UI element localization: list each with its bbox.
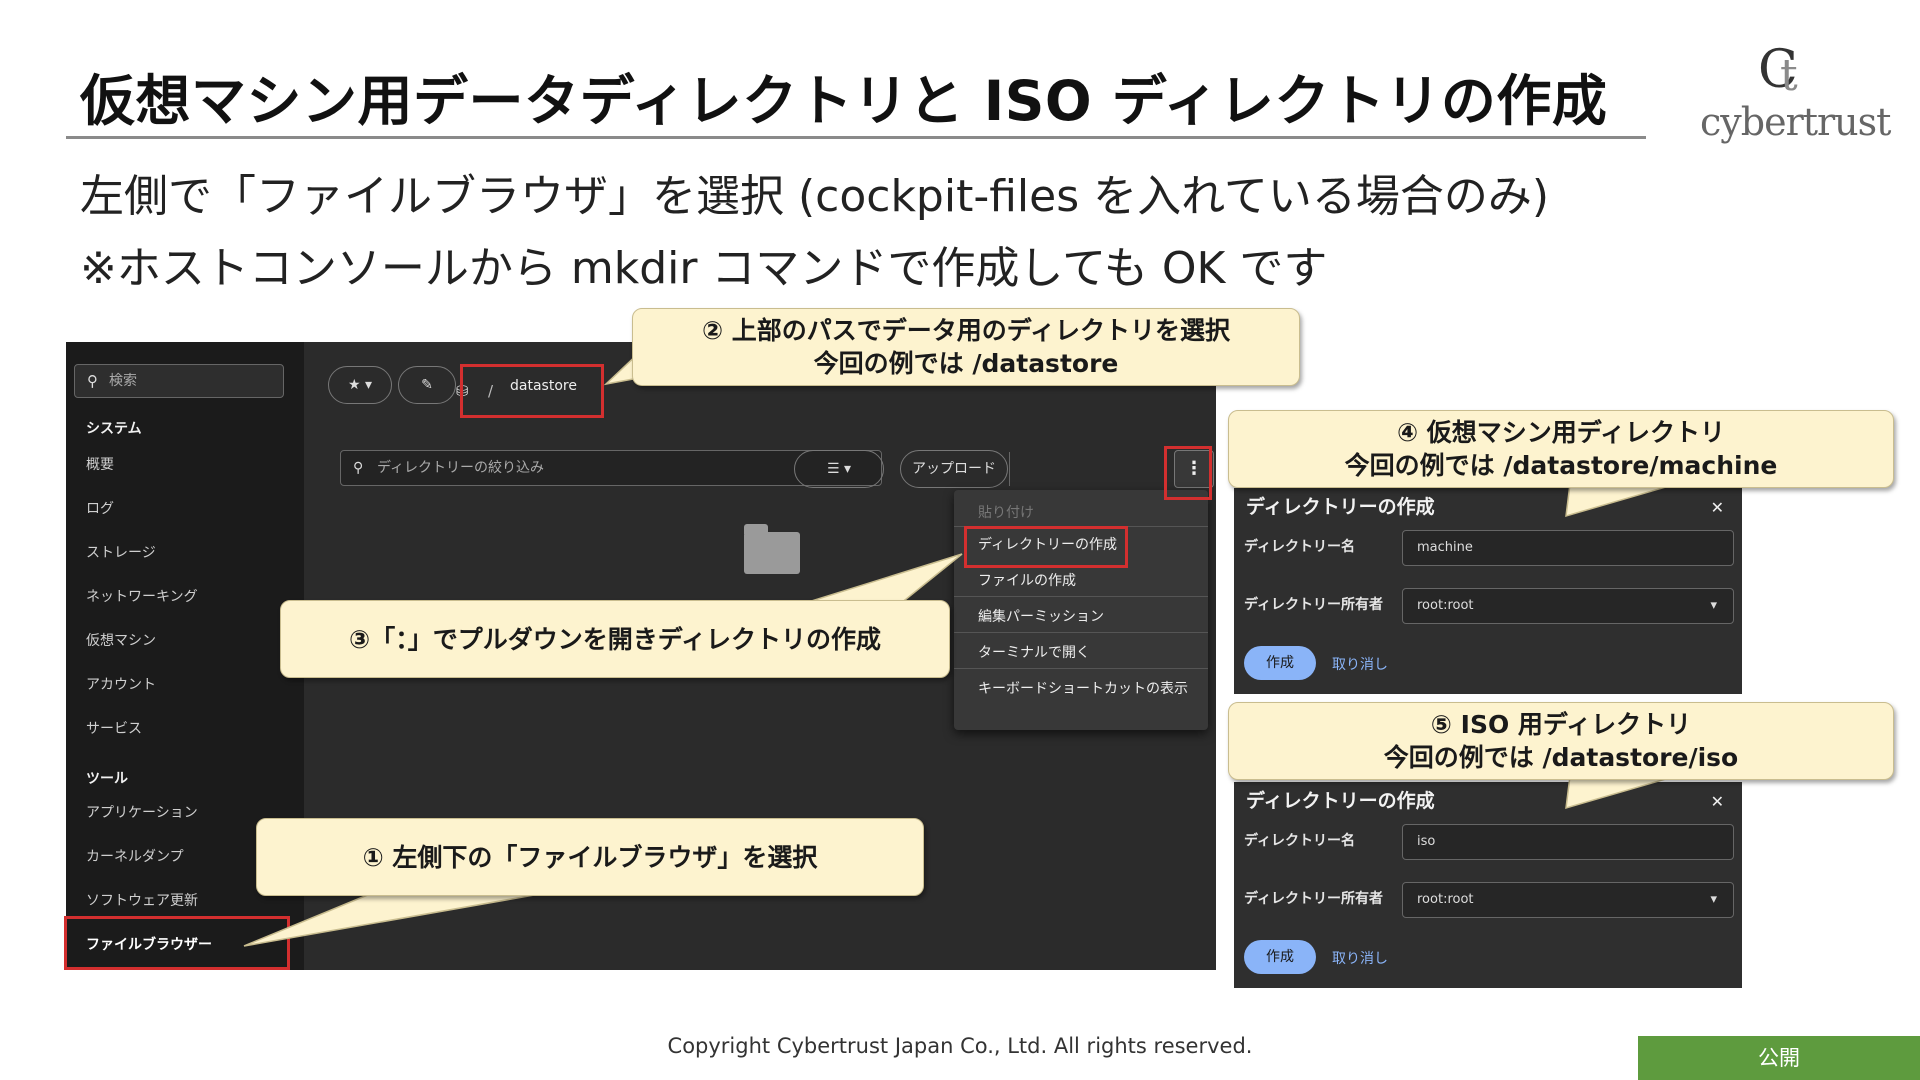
callout-1-text: ① 左側下の「ファイルブラウザ」を選択: [362, 842, 818, 872]
callout-5-line-1: ⑤ ISO 用ディレクトリ: [1430, 710, 1692, 739]
callout-5: ⑤ ISO 用ディレクトリ 今回の例では /datastore/iso: [1228, 702, 1894, 780]
callout-tails: [243, 349, 1677, 947]
callout-tail-4: [1565, 483, 1677, 518]
callout-tail-1: [243, 893, 541, 947]
callout-3: ③「：」でプルダウンを開きディレクトリの作成: [280, 600, 950, 678]
callout-4-line-2: 今回の例では /datastore/machine: [1344, 451, 1778, 480]
callout-1: ① 左側下の「ファイルブラウザ」を選択: [256, 818, 924, 896]
public-badge: 公開: [1638, 1036, 1920, 1080]
callout-2-line-2: 今回の例では /datastore: [813, 349, 1119, 378]
callout-3-text: ③「：」でプルダウンを開きディレクトリの作成: [349, 624, 881, 654]
callout-4-line-1: ④ 仮想マシン用ディレクトリ: [1396, 418, 1726, 447]
callout-tail-5: [1565, 775, 1677, 810]
callout-tail-3: [801, 553, 963, 605]
copyright-text: Copyright Cybertrust Japan Co., Ltd. All…: [667, 1034, 1253, 1058]
callout-5-line-2: 今回の例では /datastore/iso: [1383, 743, 1739, 772]
callout-2-line-1: ② 上部のパスでデータ用のディレクトリを選択: [701, 316, 1231, 345]
callout-2: ② 上部のパスでデータ用のディレクトリを選択 今回の例では /datastore: [632, 308, 1300, 386]
callout-4: ④ 仮想マシン用ディレクトリ 今回の例では /datastore/machine: [1228, 410, 1894, 488]
